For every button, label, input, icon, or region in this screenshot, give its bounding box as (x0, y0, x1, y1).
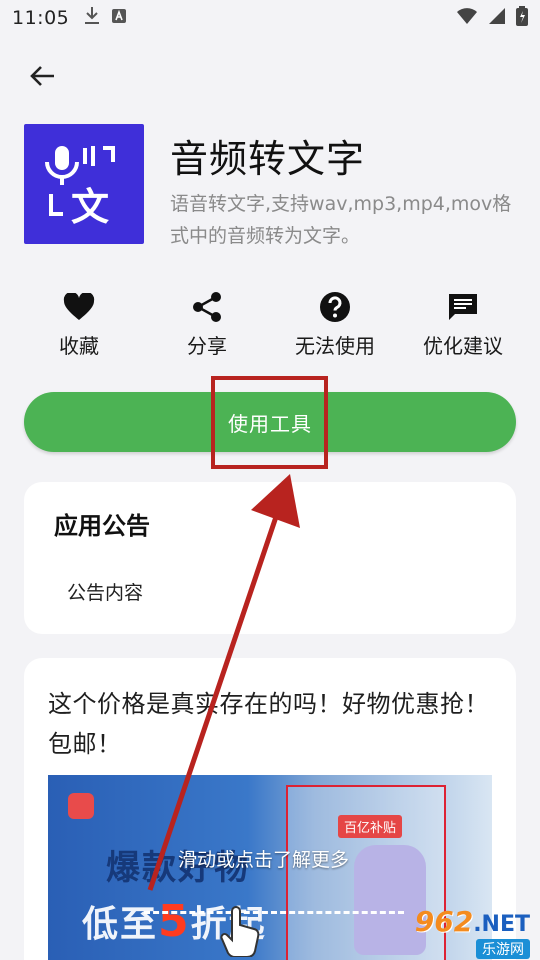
share-icon (192, 290, 222, 324)
status-time: 11:05 (12, 7, 70, 29)
feedback-icon (447, 290, 479, 324)
heart-icon (63, 290, 95, 324)
cannot-use-button[interactable]: 无法使用 (280, 290, 390, 360)
site-watermark: 962.NET 乐游网 (400, 905, 530, 959)
battery-icon (516, 6, 528, 30)
notice-content: 公告内容 (67, 582, 144, 604)
banner-tag: 百亿补贴 (338, 815, 403, 838)
back-button[interactable] (24, 60, 60, 96)
favorite-label: 收藏 (59, 334, 99, 358)
download-icon (83, 6, 101, 30)
status-bar: 11:05 (0, 0, 540, 36)
arrow-left-icon (28, 64, 56, 92)
banner-swipe-hint: 滑动或点击了解更多 (178, 849, 350, 871)
share-button[interactable]: 分享 (152, 290, 262, 360)
favorite-button[interactable]: 收藏 (24, 290, 134, 360)
svg-text:文: 文 (71, 185, 109, 224)
cannot-use-label: 无法使用 (295, 334, 375, 358)
feedback-label: 优化建议 (423, 334, 503, 358)
help-icon (319, 290, 351, 324)
share-label: 分享 (187, 334, 227, 358)
speech-to-text-icon: 文 (45, 146, 115, 224)
app-title: 音频转文字 (170, 137, 366, 181)
notice-title: 应用公告 (54, 512, 150, 540)
app-description: 语音转文字,支持wav,mp3,mp4,mov格式中的音频转为文字。 (170, 193, 512, 247)
watermark-sub: 乐游网 (476, 939, 530, 959)
hand-pointer-icon (220, 905, 260, 960)
swipe-guide-line (144, 911, 404, 914)
signal-icon (488, 7, 506, 29)
notification-a-icon (111, 8, 127, 28)
wifi-icon (456, 7, 478, 29)
banner-logo (68, 793, 94, 819)
app-icon: 文 (24, 124, 144, 244)
feedback-button[interactable]: 优化建议 (408, 290, 518, 360)
watermark-net: .NET (473, 912, 530, 937)
watermark-number: 962 (414, 905, 474, 938)
notice-card: 应用公告 公告内容 (24, 482, 516, 634)
use-tool-label: 使用工具 (228, 411, 312, 436)
use-tool-button[interactable]: 使用工具 (24, 392, 516, 452)
action-row: 收藏 分享 无法使用 优化建议 (24, 290, 518, 360)
promo-text: 这个价格是真实存在的吗！好物优惠抢！包邮！ (48, 690, 489, 758)
